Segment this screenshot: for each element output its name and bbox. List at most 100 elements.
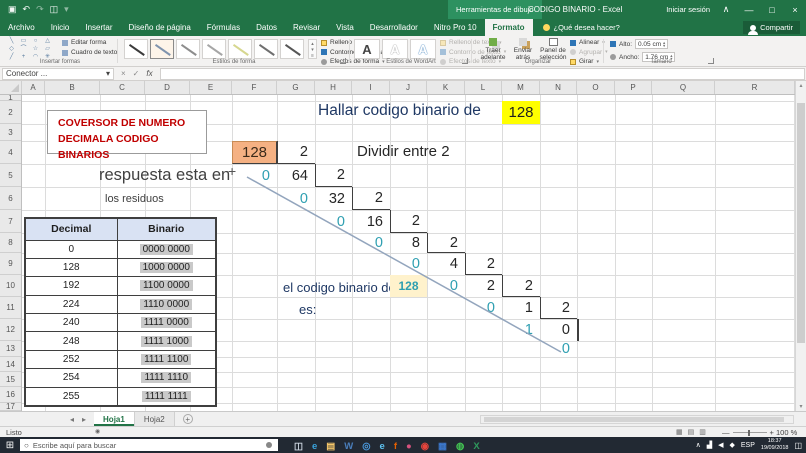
cell-I7[interactable]: 16 (352, 210, 390, 233)
network-icon[interactable]: ▟ (707, 441, 712, 449)
ribbon-tab-nitro-pro-10[interactable]: Nitro Pro 10 (426, 19, 485, 36)
cell-F5[interactable]: 0 (232, 164, 277, 187)
cell-L10[interactable]: 2 (465, 275, 502, 297)
word-icon[interactable]: W (344, 436, 353, 453)
cancel-icon[interactable]: × (121, 69, 126, 78)
horizontal-scrollbar-thumb[interactable] (484, 417, 784, 422)
cell-H5[interactable]: 2 (315, 164, 352, 187)
row-header-3[interactable]: 3 (0, 124, 21, 141)
wordart-style-thumb[interactable]: A (410, 39, 436, 59)
shield-icon[interactable]: ◆ (730, 441, 735, 449)
binary-cell[interactable]: 1110 0000 (117, 295, 216, 313)
dialog-launcher-icon[interactable] (340, 58, 346, 64)
shape-style-thumb[interactable] (150, 39, 174, 59)
divide-label[interactable]: Dividir entre 2 (357, 143, 450, 160)
binary-cell[interactable]: 1111 1110 (117, 369, 216, 387)
binary-cell[interactable]: 1111 1100 (117, 350, 216, 368)
cell-K8[interactable]: 2 (427, 233, 465, 253)
column-header-n[interactable]: N (540, 81, 577, 94)
text-box-button[interactable]: Cuadro de texto (62, 49, 117, 56)
group-button[interactable]: Agrupar▾ (570, 49, 608, 56)
ie-icon[interactable]: e (380, 436, 385, 453)
row-header-2[interactable]: 2 (0, 101, 21, 124)
row-header-7[interactable]: 7 (0, 210, 21, 233)
store-icon[interactable]: ▦ (438, 436, 447, 453)
cell-G6[interactable]: 0 (277, 187, 315, 210)
cell-L11[interactable]: 0 (465, 297, 502, 319)
decimal-cell[interactable]: 224 (25, 295, 117, 313)
sheet-prev-icon[interactable]: ◂ (70, 415, 74, 424)
shape-icon[interactable]: ◇ (6, 46, 17, 53)
insert-shapes-gallery[interactable]: ╲▭○△◇⌒☆▱╱+◠✳ (6, 38, 58, 61)
shape-style-thumb[interactable] (176, 39, 200, 59)
horizontal-scrollbar[interactable] (480, 415, 794, 424)
shape-style-thumb[interactable] (202, 39, 226, 59)
maximize-icon[interactable]: □ (765, 5, 779, 15)
title-note-box[interactable]: COVERSOR DE NUMERO DECIMALA CODIGO BINAR… (47, 110, 207, 154)
notifications-icon[interactable]: ◫ (794, 441, 802, 450)
shape-icon[interactable]: ▱ (42, 46, 53, 53)
heading-text[interactable]: Hallar codigo binario de (318, 102, 481, 120)
row-header-8[interactable]: 8 (0, 233, 21, 253)
column-header-p[interactable]: P (615, 81, 652, 94)
formula-input[interactable] (160, 68, 805, 80)
vertical-scrollbar-thumb[interactable] (797, 103, 805, 343)
shape-icon[interactable]: △ (42, 38, 53, 45)
column-header-j[interactable]: J (390, 81, 427, 94)
ribbon-tab-formato[interactable]: Formato (485, 19, 533, 36)
row-header-13[interactable]: 13 (0, 341, 21, 357)
column-header-c[interactable]: C (100, 81, 145, 94)
enter-icon[interactable]: ✓ (133, 69, 140, 78)
taskbar-search-box[interactable]: ○ Escribe aquí para buscar (20, 439, 278, 451)
excel-icon[interactable]: X (473, 436, 479, 453)
scroll-up-icon[interactable]: ▴ (796, 82, 806, 89)
redo-icon[interactable]: ↷ (36, 4, 44, 15)
sign-in-link[interactable]: Iniciar sesión (666, 5, 710, 14)
ribbon-tab-formulas[interactable]: Fórmulas (199, 19, 248, 36)
column-header-k[interactable]: K (427, 81, 465, 94)
dialog-launcher-icon[interactable] (708, 58, 714, 64)
row-header-9[interactable]: 9 (0, 253, 21, 275)
cell-I6[interactable]: 2 (352, 187, 390, 210)
row-header-14[interactable]: 14 (0, 357, 21, 372)
insert-function-icon[interactable]: fx (146, 69, 152, 78)
sheet-next-icon[interactable]: ▸ (82, 415, 86, 424)
ribbon-tab-insertar[interactable]: Insertar (77, 19, 120, 36)
wordart-gallery[interactable]: AAA (354, 39, 436, 59)
cell-N13[interactable]: 0 (540, 341, 577, 357)
row-header-12[interactable]: 12 (0, 319, 21, 341)
clock[interactable]: 18:37 19/09/2018 (761, 438, 789, 452)
share-button[interactable]: Compartir (743, 21, 800, 34)
scroll-down-icon[interactable]: ▾ (796, 403, 806, 410)
sheet-tab-hoja1[interactable]: Hoja1 (94, 412, 135, 426)
new-sheet-button[interactable]: + (183, 414, 193, 424)
zoom-slider[interactable] (733, 432, 767, 433)
cell-M11[interactable]: 1 (502, 297, 540, 319)
shape-icon[interactable]: ○ (30, 38, 41, 45)
column-header-o[interactable]: O (577, 81, 615, 94)
ribbon-tab-vista[interactable]: Vista (328, 19, 362, 36)
tell-me-box[interactable]: ¿Qué desea hacer? (543, 19, 620, 36)
ribbon-tab-datos[interactable]: Datos (248, 19, 285, 36)
row-header-10[interactable]: 10 (0, 275, 21, 297)
cell-J8[interactable]: 8 (390, 233, 427, 253)
cell-K9[interactable]: 4 (427, 253, 465, 275)
edit-shape-button[interactable]: Editar forma (62, 39, 117, 46)
column-header-e[interactable]: E (190, 81, 232, 94)
cell-H7[interactable]: 0 (315, 210, 352, 233)
tray-expand-icon[interactable]: ∧ (696, 441, 701, 449)
task-view-icon[interactable]: ◫ (294, 436, 303, 453)
decimal-cell[interactable]: 240 (25, 314, 117, 332)
minimize-icon[interactable]: — (742, 5, 756, 15)
shape-icon[interactable]: ⌒ (18, 46, 29, 53)
close-icon[interactable]: × (788, 5, 802, 15)
qat-dropdown-icon[interactable]: ▾ (64, 4, 69, 15)
column-header-b[interactable]: B (45, 81, 100, 94)
normal-view-icon[interactable]: ▦ (676, 428, 683, 436)
cell-N12[interactable]: 0 (540, 319, 577, 341)
name-box-dropdown-icon[interactable]: ▾ (106, 69, 110, 78)
decimal-cell[interactable]: 192 (25, 277, 117, 295)
shape-icon[interactable]: ☆ (30, 46, 41, 53)
decimal-cell[interactable]: 0 (25, 240, 117, 258)
respuesta-line2[interactable]: los residuos (105, 193, 164, 205)
